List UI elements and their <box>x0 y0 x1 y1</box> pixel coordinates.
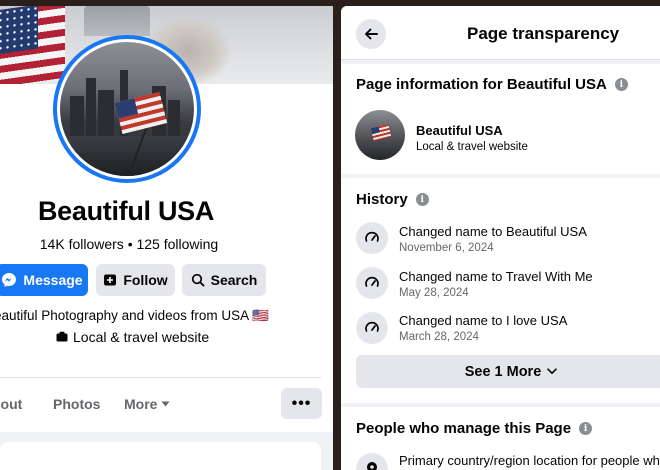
transparency-title: Page transparency <box>467 24 620 43</box>
category-label: Local & travel website <box>73 329 210 345</box>
skyline-building <box>70 96 84 136</box>
people-heading: People who manage this Page i <box>356 420 593 437</box>
search-icon <box>191 273 205 287</box>
skyline-building <box>98 90 114 136</box>
page-thumbnail[interactable] <box>355 110 405 160</box>
caret-down-icon <box>161 401 170 407</box>
info-icon[interactable]: i <box>579 422 593 435</box>
follow-button[interactable]: Follow <box>96 264 175 296</box>
page-title: Beautiful USA <box>37 196 215 226</box>
page-info-name[interactable]: Beautiful USA <box>416 123 503 138</box>
speedometer-icon <box>356 222 388 254</box>
history-heading: History i <box>356 191 429 208</box>
thumbnail-flag <box>370 124 392 141</box>
follow-plus-icon <box>104 274 117 286</box>
tab-about[interactable]: bout <box>0 396 22 412</box>
history-item-title: Changed name to I love USA <box>399 313 568 328</box>
avatar-image <box>60 42 194 176</box>
page-profile-panel: Beautiful USA 14K followers • 125 follow… <box>0 6 333 470</box>
see-more-button[interactable]: See 1 More <box>356 355 660 388</box>
page-transparency-panel: Page transparency Page information for B… <box>341 6 660 470</box>
history-item-date: May 28, 2024 <box>399 287 469 299</box>
page-info-category: Local & travel website <box>416 141 528 153</box>
divider <box>0 377 321 378</box>
follow-label: Follow <box>123 272 168 288</box>
tab-more-label: More <box>124 396 158 412</box>
follow-stats[interactable]: 14K followers • 125 following <box>0 236 258 252</box>
category-icon <box>56 331 68 342</box>
see-more-label: See 1 More <box>464 363 542 380</box>
people-location-line: Primary country/region location for peop… <box>399 453 660 468</box>
page-category[interactable]: Local & travel website <box>56 329 209 345</box>
history-card: History i Changed name to Beautiful USA … <box>341 178 660 403</box>
more-options-button[interactable]: ••• <box>281 388 322 419</box>
search-label: Search <box>210 272 258 288</box>
page-info-heading: Page information for Beautiful USA i <box>356 76 628 93</box>
skyline-building <box>86 78 96 136</box>
speedometer-icon <box>356 312 388 344</box>
message-label: Message <box>23 272 83 288</box>
history-item-date: November 6, 2024 <box>399 242 494 254</box>
history-title: History <box>356 191 408 208</box>
chevron-down-icon <box>547 368 558 374</box>
message-button[interactable]: Message <box>0 264 88 296</box>
search-button[interactable]: Search <box>182 264 266 296</box>
cover-flag <box>0 6 65 84</box>
history-item-date: March 28, 2024 <box>399 331 479 343</box>
history-item-title: Changed name to Travel With Me <box>399 269 593 284</box>
people-manage-card: People who manage this Page i Primary co… <box>341 407 660 470</box>
info-icon[interactable]: i <box>614 78 628 91</box>
page-info-card: Page information for Beautiful USA i Bea… <box>341 64 660 174</box>
location-pin-icon <box>356 453 388 470</box>
history-item-title: Changed name to Beautiful USA <box>399 224 587 239</box>
info-icon[interactable]: i <box>415 193 429 206</box>
cover-statue <box>84 6 150 36</box>
arrow-left-icon <box>365 28 378 40</box>
messenger-icon <box>2 273 17 287</box>
speedometer-icon <box>356 267 388 299</box>
skyline-building <box>168 100 180 136</box>
page-info-title: Page information for Beautiful USA <box>356 76 607 93</box>
profile-avatar[interactable] <box>53 35 201 183</box>
tab-photos[interactable]: Photos <box>53 396 100 412</box>
back-button[interactable] <box>356 19 386 49</box>
avatar-water <box>60 136 194 176</box>
feed-card <box>0 442 321 470</box>
people-title: People who manage this Page <box>356 420 572 437</box>
transparency-header: Page transparency <box>341 6 660 60</box>
page-bio: eautiful Photography and videos from USA… <box>0 308 269 323</box>
tab-more[interactable]: More <box>124 396 170 412</box>
